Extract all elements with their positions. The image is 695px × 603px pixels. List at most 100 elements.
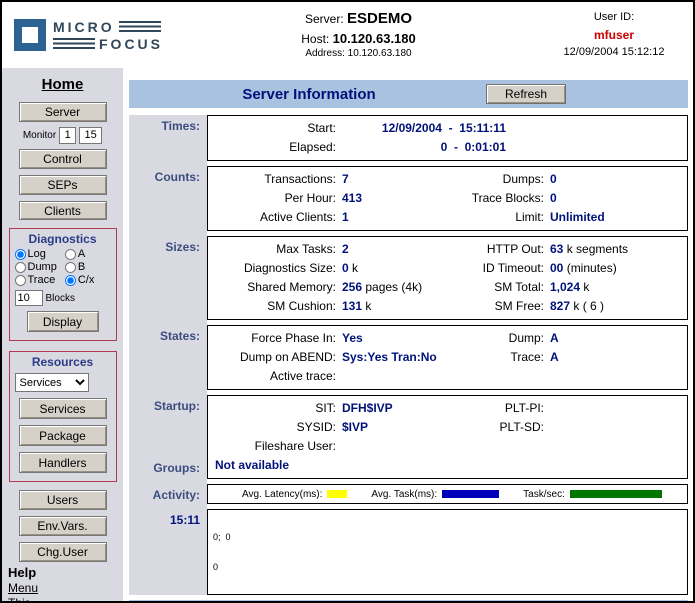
chg-user-button[interactable]: Chg.User	[19, 542, 107, 562]
field-label: SM Free:	[454, 297, 544, 316]
radio-b-input[interactable]	[65, 262, 76, 273]
env-vars-button[interactable]: Env.Vars.	[19, 516, 107, 536]
field-label: Fileshare User:	[212, 437, 336, 456]
monitor-label: Monitor	[23, 130, 56, 141]
task-swatch-icon	[442, 490, 499, 498]
info-line: Shared Memory: 256 pages (4k) SM Total: …	[212, 278, 683, 297]
main-content: Server Information Refresh Times: Start:…	[123, 68, 693, 601]
states-box: Force Phase In: Yes Dump: A Dump on ABEN…	[207, 325, 688, 390]
field-value: 7	[336, 170, 454, 189]
field-value	[336, 437, 454, 456]
value-text: A	[550, 350, 559, 364]
this-link[interactable]: This	[8, 596, 38, 601]
field-label: Limit:	[454, 208, 544, 227]
value-number: 1,024	[550, 280, 580, 294]
field-value	[544, 367, 683, 386]
radio-log[interactable]: Log	[15, 248, 57, 260]
diagnostics-radio-group: Log A Dump B Trace C/x	[15, 248, 95, 286]
menu-link[interactable]: Menu	[8, 581, 38, 595]
info-line: Active trace:	[212, 367, 683, 386]
users-button[interactable]: Users	[19, 490, 107, 510]
info-line: Dump on ABEND: Sys:Yes Tran:No Trace: A	[212, 348, 683, 367]
elapsed-line: Elapsed: 0 - 0:01:01	[212, 138, 683, 157]
user-id-value: mfuser	[543, 26, 685, 45]
counts-row: Counts: Transactions: 7 Dumps: 0 Per Hou…	[129, 166, 688, 231]
radio-dump[interactable]: Dump	[15, 261, 57, 273]
radio-log-input[interactable]	[15, 249, 26, 260]
startup-box: SIT: DFH$IVP PLT-PI: SYSID: $IVP PLT-SD:…	[207, 395, 688, 479]
value-suffix: k ( 6 )	[570, 299, 604, 313]
services-button[interactable]: Services	[19, 398, 107, 419]
value-suffix: k segments	[563, 242, 628, 256]
row-label-states: States:	[129, 325, 207, 390]
elapsed-value: 0 - 0:01:01	[336, 138, 506, 157]
start-label: Start:	[212, 119, 336, 138]
field-label: Max Tasks:	[212, 240, 336, 259]
display-button[interactable]: Display	[27, 311, 99, 332]
radio-a[interactable]: A	[65, 248, 95, 260]
field-label	[454, 367, 544, 386]
user-id-label: User ID:	[543, 9, 685, 26]
radio-cx-input[interactable]	[65, 275, 76, 286]
value-number: 413	[342, 191, 362, 205]
seps-button[interactable]: SEPs	[19, 175, 107, 195]
radio-a-input[interactable]	[65, 249, 76, 260]
value-suffix: pages (4k)	[362, 280, 422, 294]
value-number: 827	[550, 299, 570, 313]
value-number: 1	[342, 210, 349, 224]
field-value: 0	[544, 170, 683, 189]
field-value	[544, 399, 683, 418]
micro-focus-logo: MICRO FOCUS	[2, 19, 174, 51]
radio-dump-input[interactable]	[15, 262, 26, 273]
radio-cx[interactable]: C/x	[65, 274, 95, 286]
blocks-input[interactable]	[15, 290, 43, 306]
activity-row: Activity: Avg. Latency(ms): Avg. Task(ms…	[129, 484, 688, 504]
field-value: A	[544, 348, 683, 367]
info-line: Fileshare User:	[212, 437, 683, 456]
row-label-times: Times:	[129, 115, 207, 161]
field-value	[544, 437, 683, 456]
field-label: PLT-PI:	[454, 399, 544, 418]
value-text: Yes	[342, 331, 363, 345]
server-identity-block: Server: ESDEMO Host: 10.120.63.180 Addre…	[174, 9, 543, 60]
package-button[interactable]: Package	[19, 425, 107, 446]
monitor-row: Monitor	[23, 127, 102, 144]
control-button[interactable]: Control	[19, 149, 107, 169]
chart-axis-line2: 0	[213, 562, 682, 572]
refresh-button-top[interactable]: Refresh	[486, 84, 566, 104]
field-value	[544, 418, 683, 437]
home-link[interactable]: Home	[42, 76, 84, 93]
page-body: Home Server Monitor Control SEPs Clients…	[2, 68, 693, 601]
field-label: HTTP Out:	[454, 240, 544, 259]
field-value: DFH$IVP	[336, 399, 454, 418]
sizes-row: Sizes: Max Tasks: 2 HTTP Out: 63 k segme…	[129, 236, 688, 320]
server-button[interactable]: Server	[19, 102, 107, 122]
value-number: 63	[550, 242, 563, 256]
field-value: A	[544, 329, 683, 348]
monitor-count-input[interactable]	[79, 127, 102, 144]
task-legend-label: Avg. Task(ms):	[371, 489, 437, 500]
host-label: Host:	[301, 32, 329, 46]
resources-dropdown[interactable]: Services	[15, 373, 89, 392]
radio-trace-input[interactable]	[15, 275, 26, 286]
radio-b-label: B	[78, 261, 85, 273]
clients-button[interactable]: Clients	[19, 201, 107, 221]
latency-swatch-icon	[327, 490, 347, 498]
server-info-footer-bar: Server Information Refresh	[129, 600, 688, 601]
server-info-header-bar: Server Information Refresh	[129, 80, 688, 108]
value-suffix: k	[349, 261, 358, 275]
field-label: SYSID:	[212, 418, 336, 437]
sizes-box: Max Tasks: 2 HTTP Out: 63 k segments Dia…	[207, 236, 688, 320]
field-label: SM Cushion:	[212, 297, 336, 316]
row-label-counts: Counts:	[129, 166, 207, 231]
handlers-button[interactable]: Handlers	[19, 452, 107, 473]
radio-trace[interactable]: Trace	[15, 274, 57, 286]
monitor-interval-input[interactable]	[59, 127, 76, 144]
address-label: Address:	[305, 48, 344, 59]
value-text: DFH$IVP	[342, 401, 393, 415]
field-label: ID Timeout:	[454, 259, 544, 278]
radio-b[interactable]: B	[65, 261, 95, 273]
logo-word-micro: MICRO	[53, 20, 115, 34]
diagnostics-title: Diagnostics	[28, 232, 96, 246]
field-value: 0 k	[336, 259, 454, 278]
